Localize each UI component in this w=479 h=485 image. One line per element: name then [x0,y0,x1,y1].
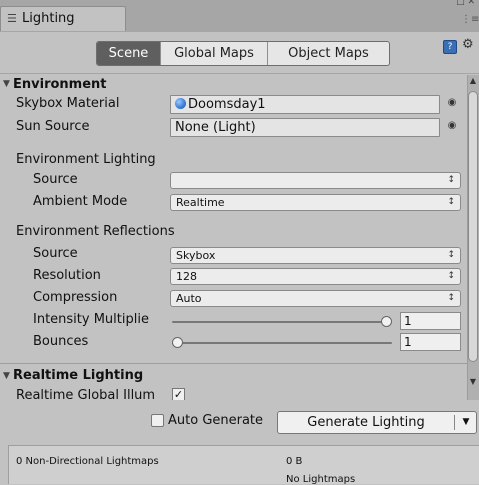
bounces-slider-track[interactable] [172,342,392,344]
lightmap-count-label: 0 Non-Directional Lightmaps [16,456,159,467]
intensity-multiplier-label: Intensity Multiplie [33,312,149,327]
foldout-arrow-icon[interactable]: ▼ [3,371,10,381]
no-lightmaps-text: No Lightmaps [286,474,356,485]
reflection-source-label: Source [33,246,78,261]
sun-source-field[interactable]: None (Light) [170,118,440,137]
source-label: Source [33,172,78,187]
resolution-dropdown[interactable]: 128 ↕ [170,268,461,285]
dropdown-arrow-icon: ↕ [447,175,455,185]
generate-lighting-label: Generate Lighting [307,415,425,430]
dropdown-arrow-icon: ↕ [447,293,455,303]
compression-dropdown[interactable]: Auto ↕ [170,290,461,307]
dropdown-arrow-icon: ↕ [447,197,455,207]
reflection-source-value: Skybox [176,249,216,262]
scroll-up-icon[interactable]: ▲ [467,75,479,87]
foldout-arrow-icon[interactable]: ▼ [3,79,10,89]
object-picker-icon[interactable]: ◉ [446,97,458,108]
intensity-input[interactable]: 1 [400,312,461,330]
reflection-source-dropdown[interactable]: Skybox ↕ [170,247,461,264]
environment-reflections-label: Environment Reflections [16,224,175,239]
realtime-gi-checkbox[interactable]: ✓ [172,388,185,400]
intensity-slider-knob[interactable] [381,316,392,327]
chevron-down-icon[interactable]: ▼ [458,412,474,433]
resolution-value: 128 [176,270,197,283]
intensity-slider-track[interactable] [172,321,392,323]
material-sphere-icon [175,98,186,109]
ambient-mode-dropdown[interactable]: Realtime ↕ [170,194,461,211]
auto-generate-checkbox[interactable] [151,414,164,427]
lighting-icon: ☰ [7,12,17,25]
bounces-slider-knob[interactable] [172,337,183,348]
tab-object-maps[interactable]: Object Maps [268,42,389,65]
button-divider [454,415,455,430]
dropdown-arrow-icon: ↕ [447,271,455,281]
realtime-gi-label: Realtime Global Illum [16,388,156,400]
scroll-thumb[interactable] [468,91,478,362]
menu-icon[interactable]: ⋮≡ [461,14,479,26]
environment-header[interactable]: Environment [13,77,107,92]
skybox-material-label: Skybox Material [16,96,120,111]
resolution-label: Resolution [33,268,101,283]
section-divider [0,363,467,364]
realtime-lighting-header[interactable]: Realtime Lighting [13,368,143,383]
auto-generate-label: Auto Generate [168,413,264,428]
window-controls[interactable]: □ ✕ [455,0,475,12]
compression-label: Compression [33,290,118,305]
scroll-down-icon[interactable]: ▼ [467,376,479,388]
view-tabs: Scene Global Maps Object Maps [96,41,390,66]
environment-lighting-label: Environment Lighting [16,152,156,167]
tab-title: Lighting [22,11,75,26]
ambient-mode-value: Realtime [176,196,225,209]
source-dropdown[interactable]: ↕ [170,172,461,189]
skybox-material-field[interactable]: Doomsday1 [170,95,440,114]
dropdown-arrow-icon: ↕ [447,250,455,260]
sun-source-label: Sun Source [16,119,90,134]
gear-icon[interactable]: ⚙ [462,37,478,53]
help-book-icon[interactable]: ? [443,40,457,54]
compression-value: Auto [176,292,202,305]
tab-scene[interactable]: Scene [97,42,161,65]
tab-global-maps[interactable]: Global Maps [161,42,268,65]
generate-lighting-button[interactable]: Generate Lighting ▼ [277,411,477,434]
lightmap-size-value: 0 B [286,456,303,467]
ambient-mode-label: Ambient Mode [33,194,128,209]
object-picker-icon[interactable]: ◉ [446,120,458,131]
skybox-material-value: Doomsday1 [188,97,266,112]
bounces-input[interactable]: 1 [400,333,461,351]
lighting-tab[interactable]: ☰ Lighting [0,6,126,31]
settings-panel: ▼ Environment Skybox Material Doomsday1 … [0,75,467,400]
bounces-label: Bounces [33,334,89,349]
